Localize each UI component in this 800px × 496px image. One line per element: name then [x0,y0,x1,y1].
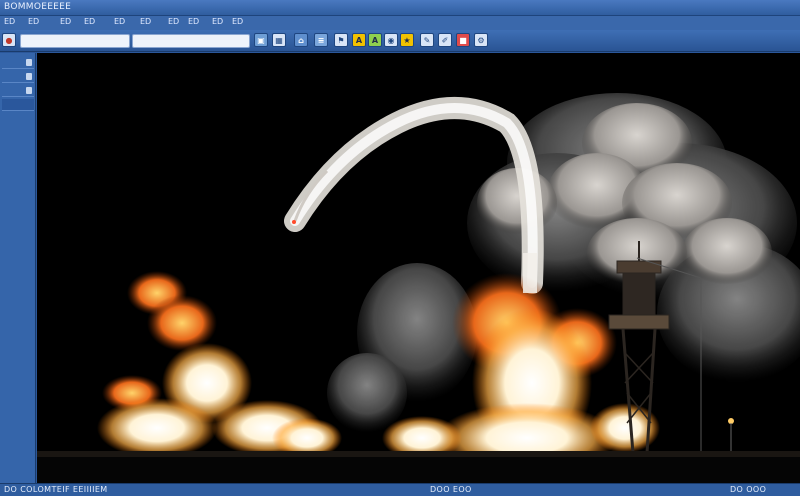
image-icon[interactable]: ▣ [254,33,268,47]
menu-bar: ED ED ED ED ED ED ED ED ED ED [0,16,800,30]
camera-icon[interactable]: ◉ [384,33,398,47]
home-icon[interactable]: ⌂ [294,33,308,47]
menu-item[interactable]: ED [82,17,97,29]
window-title: BOMMOEEEEE [4,2,72,12]
left-panel [0,53,36,483]
menu-item[interactable]: ED [166,17,181,29]
settings-icon[interactable]: ⚙ [474,33,488,47]
toolbar: ● ▣ ▦ ⌂ ≡ ⚑ A A ◉ ★ ✎ ✐ ■ ⚙ [0,30,800,52]
pen-icon[interactable]: ✎ [420,33,434,47]
menu-item[interactable]: ED [210,17,225,29]
status-left: DO COLOMTEIF EEIIIIEM [4,485,108,494]
layers-icon[interactable]: ≡ [314,33,328,47]
left-fire [97,271,342,457]
app-window: BOMMOEEEEE ED ED ED ED ED ED ED ED ED ED… [0,0,800,496]
panel-row[interactable] [2,71,34,83]
menu-item[interactable]: ED [186,17,201,29]
status-right: DO OOO [730,485,767,494]
panel-row-toggle[interactable] [26,87,32,94]
panel-row-toggle[interactable] [26,73,32,80]
panel-row[interactable] [2,85,34,97]
menu-item[interactable]: ED [26,17,41,29]
panel-row[interactable] [2,57,34,69]
panel-row[interactable] [2,99,34,111]
text-icon[interactable]: A [352,33,366,47]
status-mid: DOO EOO [430,485,472,494]
rocket-launch-image [37,93,800,457]
menu-item[interactable]: ED [112,17,127,29]
text-icon[interactable]: A [368,33,382,47]
panel-row-toggle[interactable] [26,59,32,66]
menu-item[interactable]: ED [2,17,17,29]
stop-icon[interactable]: ■ [456,33,470,47]
search-field[interactable] [132,34,250,48]
menu-item[interactable]: ED [58,17,73,29]
menu-item[interactable]: ED [230,17,245,29]
status-bar: DO COLOMTEIF EEIIIIEM DOO EOO DO OOO [0,483,800,496]
grid-icon[interactable]: ▦ [272,33,286,47]
timeline-strip [37,457,800,483]
path-field[interactable] [20,34,130,48]
record-icon[interactable]: ● [2,33,16,47]
menu-item[interactable]: ED [138,17,153,29]
flag-icon[interactable]: ⚑ [334,33,348,47]
brush-icon[interactable]: ✐ [438,33,452,47]
image-viewport[interactable] [37,53,800,457]
title-bar: BOMMOEEEEE [0,0,800,16]
star-icon[interactable]: ★ [400,33,414,47]
